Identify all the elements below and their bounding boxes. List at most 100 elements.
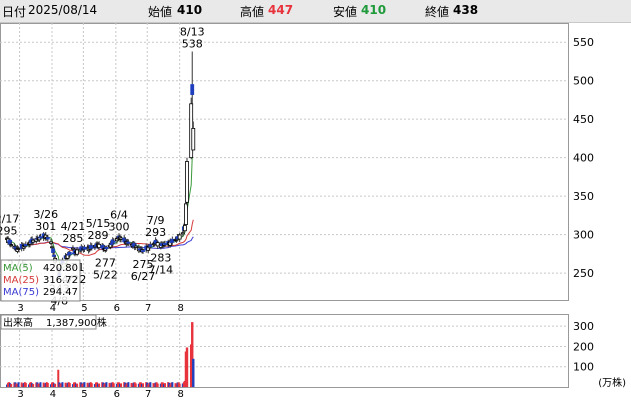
annotation-date: 5/22 [93, 268, 118, 281]
candle-body [155, 242, 160, 247]
volume-unit-label: (万株) [598, 376, 626, 389]
volume-bar [105, 382, 108, 387]
candle-body [45, 237, 50, 240]
volume-bar [185, 347, 189, 387]
volume-bar [98, 383, 101, 387]
ma-legend-label: MA(25) [3, 275, 39, 286]
ma-legend-value: 294.47 [43, 287, 78, 298]
volume-bar [178, 383, 181, 387]
annotation-price: 538 [182, 37, 203, 50]
month-tick-label: 3 [17, 389, 23, 400]
volume-bar [24, 382, 27, 387]
volume-bar [10, 384, 13, 387]
candle-body [67, 251, 72, 255]
candle-body [148, 244, 153, 248]
candle-body [190, 84, 195, 95]
volume-bar [76, 383, 79, 387]
volume-tick-label: 300 [573, 320, 594, 333]
candle-body [183, 224, 187, 232]
volume-bar [192, 358, 195, 387]
candle-body [170, 238, 175, 243]
candle-body [126, 241, 131, 244]
candle-body [16, 248, 21, 250]
annotation-price: 289 [88, 229, 109, 242]
candle-body [38, 236, 43, 239]
candle-body [104, 246, 109, 250]
price-tick-label: 300 [573, 229, 594, 242]
month-tick-label: 6 [114, 303, 120, 314]
volume-bar [17, 382, 20, 387]
candlestick-chart: 3344556677882503003504004505005501002003… [0, 23, 626, 400]
volume-bar [32, 383, 35, 387]
annotation-price: 301 [35, 220, 56, 233]
annotation-date: 7/14 [148, 264, 173, 277]
volume-legend-label: 出来高 [3, 316, 33, 329]
candle-body [75, 249, 80, 255]
volume-bar [39, 382, 42, 387]
volume-bar [149, 382, 152, 387]
volume-bar [46, 382, 49, 387]
stock-chart-widget: { "header": { "date_label": "日付", "date"… [0, 0, 631, 400]
month-tick-label: 3 [17, 303, 23, 314]
candle-body [119, 237, 123, 240]
annotation-price: 300 [108, 221, 129, 234]
volume-bar [61, 382, 64, 387]
ma-legend-label: MA(5) [3, 263, 33, 274]
price-panel-frame [0, 23, 569, 301]
candle-body [49, 241, 53, 244]
price-tick-label: 400 [573, 152, 594, 165]
candle-body [9, 244, 14, 246]
candle-body [89, 245, 94, 249]
volume-bar [83, 382, 86, 387]
ma-legend-value: 420.80 [43, 263, 78, 274]
price-tick-label: 550 [573, 36, 594, 49]
candle-body [23, 244, 28, 247]
volume-bar [134, 383, 137, 387]
candle-body [111, 240, 116, 243]
month-tick-label: 8 [177, 389, 183, 400]
month-tick-label: 4 [50, 389, 56, 400]
annotation-price: 285 [62, 232, 83, 245]
annotation-price: 295 [0, 224, 18, 237]
candle-body [31, 239, 36, 243]
candle-body [191, 128, 196, 151]
volume-bar [142, 383, 145, 387]
month-tick-label: 7 [145, 389, 151, 400]
month-tick-label: 8 [177, 303, 183, 314]
ma-legend-value: 316.72 [43, 275, 78, 286]
volume-bar [90, 383, 93, 387]
price-tick-label: 350 [573, 190, 594, 203]
volume-bar [164, 383, 167, 387]
price-tick-label: 450 [573, 113, 594, 126]
price-tick-label: 250 [573, 267, 594, 280]
volume-tick-label: 100 [573, 361, 594, 374]
month-tick-label: 6 [114, 389, 120, 400]
volume-bar [120, 383, 123, 387]
candle-body [184, 203, 188, 225]
candle-body [141, 250, 145, 252]
volume-bar [156, 383, 159, 387]
month-tick-label: 7 [145, 303, 151, 314]
candle-body [97, 243, 101, 249]
candle-body [185, 161, 189, 203]
month-tick-label: 5 [81, 303, 87, 314]
ma-legend-label: MA(75) [3, 287, 39, 298]
volume-legend-value: 1,387,900株 [46, 316, 107, 329]
volume-bar [112, 383, 115, 387]
candle-body [51, 248, 55, 253]
month-tick-label: 5 [81, 389, 87, 400]
volume-tick-label: 200 [573, 340, 594, 353]
price-tick-label: 500 [573, 75, 594, 88]
annotation-price: 293 [145, 226, 166, 239]
candle-body [82, 246, 87, 250]
ma-legend: MA(5) 420.80 MA(25) 316.72 MA(75) 294.47 [0, 259, 81, 302]
volume-bar [171, 382, 174, 387]
candle-body [163, 243, 167, 245]
volume-bar [68, 383, 71, 387]
volume-bar [54, 383, 57, 387]
candle-body [71, 247, 75, 250]
volume-bar [127, 382, 130, 387]
candle-body [177, 234, 182, 240]
candle-body [133, 245, 138, 248]
candle-body [180, 232, 185, 235]
